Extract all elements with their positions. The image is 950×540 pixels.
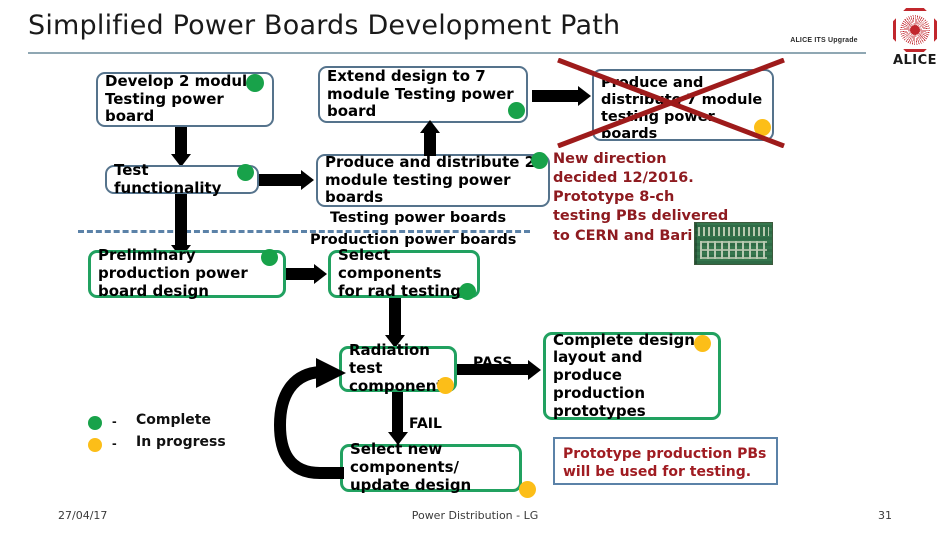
status-dot-green	[246, 74, 264, 92]
alice-logo-text: ALICE	[892, 53, 938, 68]
alice-logo: ALICE	[886, 8, 944, 70]
arrowhead-up	[420, 120, 440, 133]
arrow-feedback-loop	[273, 358, 346, 479]
box-label: Produce and distribute 7 module testing …	[601, 75, 763, 143]
box-produce-7-module[interactable]: Produce and distribute 7 module testing …	[592, 69, 774, 143]
status-dot-green	[237, 164, 254, 181]
arrow-test-to-preliminary	[175, 194, 187, 249]
arrowhead-right	[314, 264, 327, 284]
legend-label: Complete	[136, 412, 211, 428]
legend-dot-green	[88, 416, 102, 430]
box-extend-7-module[interactable]: Extend design to 7 module Testing power …	[318, 66, 528, 123]
arrow-extend-to-produce7	[532, 90, 580, 102]
org-tag: ALICE ITS Upgrade	[790, 37, 858, 44]
note-text: Prototype production PBs will be used fo…	[563, 446, 767, 481]
status-dot-orange	[694, 335, 711, 352]
box-label: Complete design, layout and produce prod…	[553, 330, 701, 420]
arrow-fail	[392, 392, 403, 434]
status-dot-green	[531, 152, 548, 169]
box-label: Produce and distribute 2 module testing …	[325, 152, 536, 207]
header-divider	[28, 52, 866, 54]
legend-label: In progress	[136, 434, 226, 450]
legend-dot-orange	[88, 438, 102, 452]
status-dot-green	[459, 283, 476, 300]
slide-canvas: Simplified Power Boards Development Path…	[0, 0, 950, 540]
footer-page-number: 31	[878, 509, 892, 522]
box-label: Test functionality	[114, 160, 222, 197]
status-dot-green	[261, 249, 278, 266]
legend-dash: -	[112, 413, 117, 429]
arrow-develop-to-test	[175, 127, 187, 157]
box-select-components[interactable]: Select components for rad testing	[328, 246, 480, 300]
arrowhead-right	[301, 170, 314, 190]
arrowhead-right	[578, 86, 591, 106]
arrow-test-to-produce2	[259, 174, 304, 186]
label-fail: FAIL	[409, 416, 442, 432]
logo-core-icon	[910, 25, 920, 35]
arrowhead-right	[528, 360, 541, 380]
arrow-produce2-to-extend7	[424, 132, 436, 156]
box-test-functionality[interactable]: Test functionality	[105, 160, 259, 197]
box-label: Preliminary production power board desig…	[98, 246, 248, 300]
divider-label-above: Testing power boards	[330, 210, 507, 226]
box-preliminary-design[interactable]: Preliminary production power board desig…	[88, 246, 286, 300]
box-label: Extend design to 7 module Testing power …	[327, 66, 514, 121]
box-produce-2-module[interactable]: Produce and distribute 2 module testing …	[316, 152, 550, 207]
arrow-select-to-radiation	[389, 298, 401, 338]
note-prototype-production: Prototype production PBs will be used fo…	[553, 437, 778, 485]
pcb-photo	[694, 222, 773, 265]
slide-footer: 27/04/17 Power Distribution - LG 31	[0, 505, 950, 531]
label-pass: PASS	[473, 355, 513, 371]
footer-title: Power Distribution - LG	[411, 509, 539, 522]
page-title: Simplified Power Boards Development Path	[28, 10, 621, 41]
status-dot-orange	[754, 119, 771, 136]
status-dot-orange	[437, 377, 454, 394]
legend-dash: -	[112, 435, 117, 451]
box-label: Select components for rad testing	[338, 246, 461, 300]
status-dot-green	[508, 102, 525, 119]
status-dot-orange	[519, 481, 536, 498]
